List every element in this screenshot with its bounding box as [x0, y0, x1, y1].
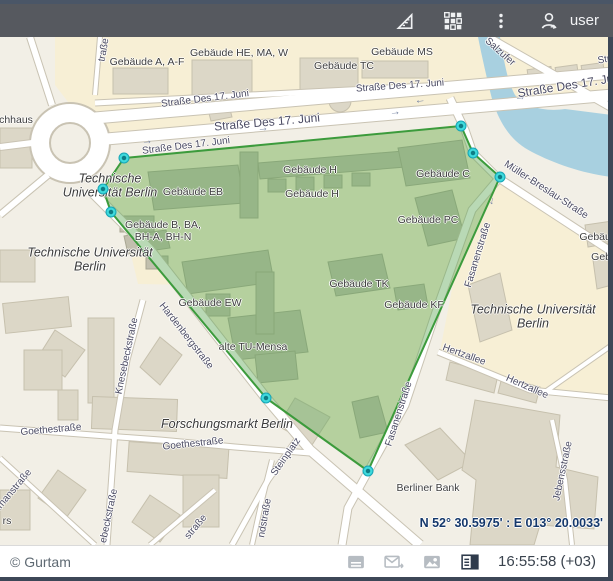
geofence-vertex-handle[interactable]	[119, 153, 130, 164]
mail-icon[interactable]	[384, 552, 404, 572]
cursor-coordinates: N 52° 30.5975' : E 013° 20.0033'	[420, 516, 603, 530]
user-menu[interactable]: user	[538, 10, 599, 32]
copyright-label: © Gurtam	[10, 554, 71, 570]
top-toolbar: user	[0, 4, 613, 37]
map-canvas[interactable]: ← → → → → ↓ traße Gebäude A, A-F Gebäude…	[0, 37, 608, 545]
log-panel-icon[interactable]	[460, 552, 480, 572]
geofence-vertex-handle[interactable]	[495, 172, 506, 183]
geofence-vertex-handle[interactable]	[106, 207, 117, 218]
map-tiles	[0, 37, 608, 545]
geofence-vertex-handle[interactable]	[261, 393, 272, 404]
notes-icon[interactable]	[346, 552, 366, 572]
geofence-vertex-handle[interactable]	[98, 184, 109, 195]
image-icon[interactable]	[422, 552, 442, 572]
user-icon	[538, 10, 560, 32]
user-menu-label: user	[570, 12, 599, 29]
ruler-icon[interactable]	[394, 10, 416, 32]
clock-label: 16:55:58 (+03)	[498, 553, 596, 570]
geofence-vertex-handle[interactable]	[468, 148, 479, 159]
status-bar: © Gurtam 16:55:58 (+03)	[0, 545, 608, 577]
more-menu-icon[interactable]	[490, 10, 512, 32]
geofence-vertex-handle[interactable]	[456, 121, 467, 132]
geofence-vertex-handle[interactable]	[363, 466, 374, 477]
apps-grid-icon[interactable]	[442, 10, 464, 32]
